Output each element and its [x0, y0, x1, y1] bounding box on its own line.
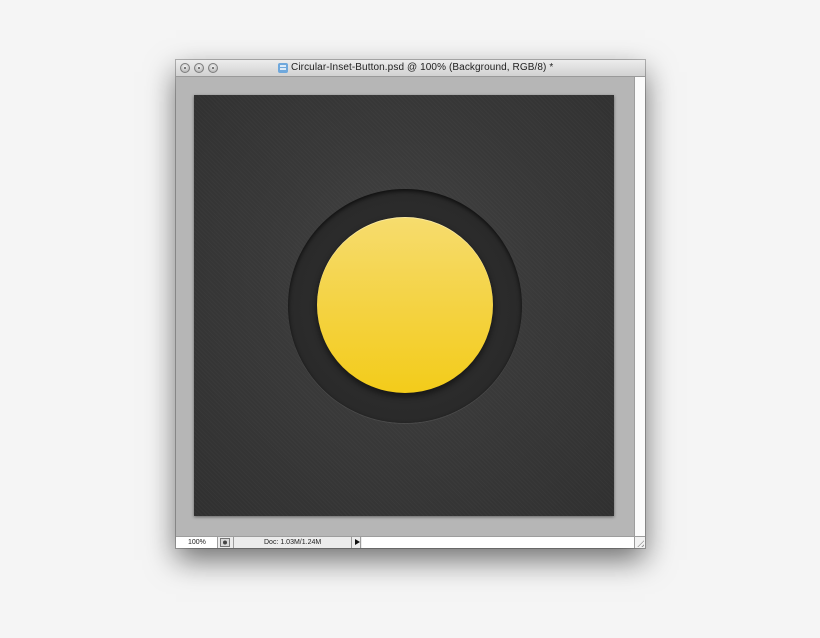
zoom-level-field[interactable]: 100% — [176, 537, 218, 548]
zoom-button[interactable] — [208, 63, 218, 73]
status-bar: 100% Doc: 1.03M/1.24M — [176, 536, 645, 548]
status-info-menu-button[interactable] — [351, 537, 361, 548]
document-title: Circular-Inset-Button.psd @ 100% (Backgr… — [291, 62, 554, 73]
vertical-scrollbar[interactable] — [634, 77, 645, 536]
title-bar[interactable]: Circular-Inset-Button.psd @ 100% (Backgr… — [176, 60, 645, 77]
photoshop-document-window: Circular-Inset-Button.psd @ 100% (Backgr… — [176, 60, 645, 548]
status-divider — [233, 537, 234, 548]
circular-yellow-button[interactable] — [317, 217, 493, 393]
minimize-button[interactable] — [194, 63, 204, 73]
document-canvas[interactable] — [194, 95, 614, 516]
psd-file-icon — [278, 63, 288, 73]
resize-grip[interactable] — [634, 537, 645, 548]
canvas-area[interactable] — [176, 77, 634, 536]
horizontal-scrollbar[interactable] — [362, 537, 634, 548]
close-button[interactable] — [180, 63, 190, 73]
document-size-info: Doc: 1.03M/1.24M — [264, 539, 322, 546]
status-menu-icon[interactable] — [220, 538, 230, 547]
